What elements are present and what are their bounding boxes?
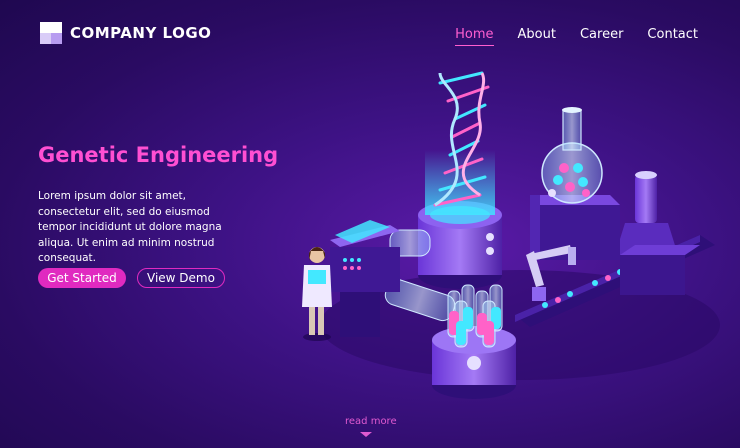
nav-contact[interactable]: Contact (647, 27, 698, 42)
read-more-link[interactable]: read more (345, 416, 397, 427)
nav-career[interactable]: Career (580, 27, 623, 42)
nav-about[interactable]: About (518, 27, 556, 42)
chevron-down-icon[interactable] (360, 432, 372, 437)
view-demo-button[interactable]: View Demo (137, 268, 225, 288)
main-nav: Home About Career Contact (455, 27, 698, 46)
get-started-button[interactable]: Get Started (38, 268, 126, 288)
genetic-lab-illustration (302, 71, 720, 399)
logo-mark-icon (40, 22, 62, 44)
company-logo[interactable]: COMPANY LOGO (40, 22, 211, 44)
nav-home[interactable]: Home (455, 27, 494, 46)
logo-text: COMPANY LOGO (70, 24, 212, 42)
hero-description: Lorem ipsum dolor sit amet, consectetur … (38, 190, 222, 264)
page-title: Genetic Engineering (38, 143, 279, 167)
